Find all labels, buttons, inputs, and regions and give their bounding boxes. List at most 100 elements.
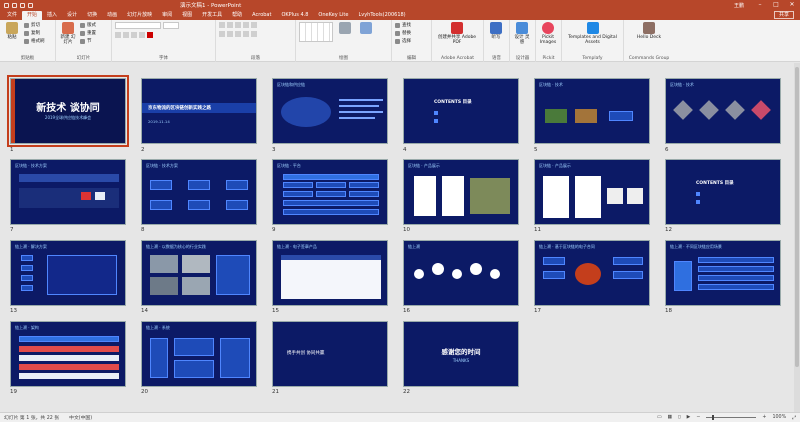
user-name[interactable]: 王鹏 (734, 2, 744, 9)
align-right-icon[interactable] (235, 31, 241, 37)
tab-insert[interactable]: 插入 (42, 11, 62, 20)
paste-button[interactable]: 粘贴 (3, 22, 21, 40)
slide-thumbnail[interactable]: 区块链 · 产品展示 (403, 159, 519, 225)
font-size-select[interactable] (163, 22, 179, 29)
search-icon (395, 22, 400, 28)
tab-developer[interactable]: 开发工具 (197, 11, 227, 20)
tab-home[interactable]: 开始 (22, 11, 43, 20)
section-button[interactable]: 节 (80, 38, 96, 44)
italic-icon[interactable] (123, 32, 129, 38)
tab-transitions[interactable]: 切换 (82, 11, 102, 20)
slide-thumbnail[interactable]: 区块链和供应链 (272, 78, 388, 144)
new-slide-button[interactable]: 新建 幻灯片 (59, 22, 77, 45)
templates-button[interactable]: Templates and Digital Assets (565, 22, 620, 45)
language-indicator[interactable]: 中文(中国) (69, 414, 92, 421)
group-label: 语音 (492, 56, 501, 61)
slide-thumbnail[interactable]: CONTENTS 目录 (665, 159, 781, 225)
slide-thumbnail[interactable]: 区块链 · 技术方案 (141, 159, 257, 225)
maximize-icon[interactable]: □ (768, 0, 784, 10)
strikethrough-icon[interactable] (139, 32, 145, 38)
hello-deck-button[interactable]: Hello Deck (627, 22, 671, 40)
format-painter-button[interactable]: 格式刷 (24, 38, 45, 44)
find-button[interactable]: 查找 (395, 22, 411, 28)
bullets-icon[interactable] (219, 22, 225, 28)
zoom-out-icon[interactable]: − (696, 415, 700, 420)
slide-thumbnail[interactable]: 区块链 · 平台 (272, 159, 388, 225)
slide-thumbnail[interactable]: 感谢您的时间 THANKS (403, 321, 519, 387)
redo-icon[interactable] (20, 2, 25, 8)
slide-thumbnail[interactable]: 区块链 · 技术 (665, 78, 781, 144)
outdent-icon[interactable] (243, 22, 249, 28)
align-center-icon[interactable] (227, 31, 233, 37)
slide-thumbnail[interactable]: 链上溯 · 以数据为核心的行业实践 (141, 240, 257, 306)
tab-view[interactable]: 视图 (177, 11, 197, 20)
layout-icon (80, 22, 85, 28)
group-clipboard: 粘贴 剪切 复制 格式刷 剪贴板 (0, 20, 56, 62)
tab-slideshow[interactable]: 幻灯片放映 (122, 11, 157, 20)
slide-thumbnail[interactable]: 区块链 · 产品展示 (534, 159, 650, 225)
slide-thumbnail[interactable]: 携手共创 协同共赢 (272, 321, 388, 387)
reading-view-icon[interactable]: ▯ (678, 415, 681, 420)
slide-thumbnail[interactable]: 链上溯 · 架构 (10, 321, 126, 387)
fit-window-icon[interactable]: ⤢ (792, 415, 796, 421)
tab-acrobat[interactable]: Acrobat (247, 11, 276, 20)
slide-thumbnail[interactable]: 链上溯 · 基于区块链的电子合同 (534, 240, 650, 306)
present-icon[interactable] (28, 2, 33, 8)
font-name-select[interactable] (115, 22, 161, 29)
numbering-icon[interactable] (227, 22, 233, 28)
slide-thumbnail[interactable]: 区块链 · 技术方案 (10, 159, 126, 225)
tab-file[interactable]: 文件 (2, 11, 22, 20)
quick-styles-button[interactable] (357, 22, 375, 35)
group-label: Templafy (582, 56, 603, 61)
underline-icon[interactable] (131, 32, 137, 38)
minimize-icon[interactable]: – (752, 0, 768, 10)
slide-thumbnail[interactable]: 链上溯 · 不同区块链应用场景 (665, 240, 781, 306)
tab-design[interactable]: 设计 (62, 11, 82, 20)
tab-lvyhtools[interactable]: LvyhTools(200618) (353, 11, 410, 20)
align-left-icon[interactable] (219, 31, 225, 37)
dictate-button[interactable]: 听写 (487, 22, 505, 40)
arrange-button[interactable] (336, 22, 354, 35)
cut-button[interactable]: 剪切 (24, 22, 45, 28)
slideshow-view-icon[interactable]: ▶ (687, 415, 691, 420)
tab-help[interactable]: 帮助 (227, 11, 247, 20)
undo-icon[interactable] (12, 2, 17, 8)
zoom-in-icon[interactable]: + (762, 415, 766, 420)
share-button[interactable]: 共享 (773, 11, 794, 19)
line-spacing-icon[interactable] (251, 22, 257, 28)
shapes-gallery[interactable] (299, 22, 333, 42)
tab-onekey[interactable]: OneKey Lite (313, 11, 353, 20)
slide-thumbnail[interactable]: 区块链 · 技术 (534, 78, 650, 144)
slide-thumbnail[interactable]: 京东物流的区块链创新实践之路 2019.11.14 (141, 78, 257, 144)
normal-view-icon[interactable]: ▭ (657, 415, 662, 420)
bold-icon[interactable] (115, 32, 121, 38)
pickit-images-button[interactable]: Pickit Images (539, 22, 557, 45)
group-label: 剪贴板 (20, 56, 35, 61)
slide-thumbnail[interactable]: 链上溯 · 系统 (141, 321, 257, 387)
tab-okplus[interactable]: OKPlus 4.8 (276, 11, 313, 20)
select-button[interactable]: 选择 (395, 38, 411, 44)
zoom-slider[interactable] (706, 415, 757, 420)
create-pdf-button[interactable]: 创建并共享 Adobe PDF (435, 22, 479, 45)
reset-button[interactable]: 重置 (80, 30, 96, 36)
slide-sorter-view-icon[interactable]: ▦ (667, 415, 672, 420)
justify-icon[interactable] (243, 31, 249, 37)
tab-animations[interactable]: 动画 (102, 11, 122, 20)
zoom-level[interactable]: 100% (772, 415, 786, 420)
close-icon[interactable]: ✕ (784, 0, 800, 10)
vertical-scrollbar[interactable] (794, 63, 800, 412)
slide-thumbnail[interactable]: 链上溯 · 电子签章产品 (272, 240, 388, 306)
replace-button[interactable]: 替换 (395, 30, 411, 36)
tab-review[interactable]: 审阅 (157, 11, 177, 20)
font-color-icon[interactable] (147, 32, 153, 38)
slide-thumbnail[interactable]: CONTENTS 目录 (403, 78, 519, 144)
copy-button[interactable]: 复制 (24, 30, 45, 36)
save-icon[interactable] (4, 2, 9, 8)
design-ideas-button[interactable]: 设计 灵感 (513, 22, 531, 45)
columns-icon[interactable] (251, 31, 257, 37)
slide-thumbnail[interactable]: 链上溯 (403, 240, 519, 306)
slide-thumbnail[interactable]: 新技术 谈协同 2019全球供应链技术峰会 (7, 75, 129, 147)
slide-thumbnail[interactable]: 链上溯 · 解决方案 (10, 240, 126, 306)
indent-icon[interactable] (235, 22, 241, 28)
layout-button[interactable]: 版式 (80, 22, 96, 28)
